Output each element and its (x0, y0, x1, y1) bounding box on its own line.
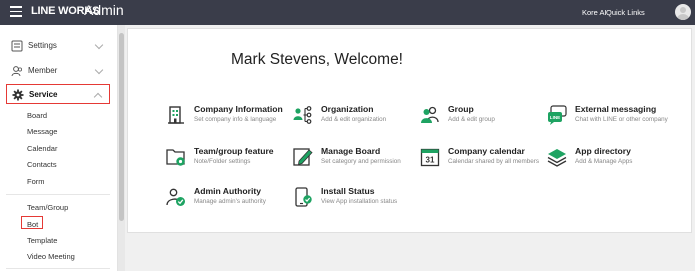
sidebar: Settings Member Service Board Message Ca… (0, 25, 118, 271)
card-description: Set company info & language (194, 116, 277, 123)
sidebar-item-settings[interactable]: Settings (6, 36, 110, 56)
admin-check-icon (166, 188, 185, 206)
pen-board-icon (293, 148, 313, 166)
settings-icon (11, 40, 23, 52)
sidebar-divider (6, 194, 110, 195)
sidebar-subitem-board[interactable]: Board (27, 111, 47, 120)
avatar[interactable] (675, 4, 691, 20)
card-description: Add & edit organization (321, 116, 387, 123)
card-title: Manage Board (321, 146, 381, 156)
card-title: Install Status (321, 186, 375, 196)
sidebar-subitem-template[interactable]: Template (27, 236, 57, 245)
company-name[interactable]: Kore AI (582, 8, 607, 17)
calendar-day-number: 31 (426, 156, 435, 165)
menu-icon[interactable] (10, 6, 22, 17)
layers-icon (547, 149, 567, 167)
card-group[interactable]: Group Add & edit group (420, 104, 542, 138)
sidebar-item-label: Service (29, 90, 58, 99)
card-title: Company Information (194, 104, 283, 114)
card-title: Group (448, 104, 474, 114)
sidebar-subitem-message[interactable]: Message (27, 127, 57, 136)
brand-admin-label: Admin (84, 2, 124, 18)
chevron-down-icon (94, 40, 104, 50)
card-external-messaging[interactable]: LINE External messaging Chat with LINE o… (547, 104, 669, 138)
card-title: Organization (321, 104, 374, 114)
card-description: Add & Manage Apps (575, 158, 633, 165)
card-description: Add & edit group (448, 116, 495, 123)
card-admin-authority[interactable]: Admin Authority Manage admin's authority (166, 186, 288, 220)
org-chart-icon (293, 106, 312, 124)
card-organization[interactable]: Organization Add & edit organization (293, 104, 415, 138)
sidebar-subitem-video-meeting[interactable]: Video Meeting (27, 252, 75, 261)
sidebar-scrollbar[interactable] (118, 25, 125, 271)
sidebar-item-label: Member (28, 66, 58, 75)
card-description: Set category and permission (321, 158, 401, 165)
sidebar-subitem-contacts[interactable]: Contacts (27, 160, 57, 169)
sidebar-item-member[interactable]: Member (6, 61, 110, 81)
sidebar-divider (6, 268, 110, 269)
gear-icon (12, 89, 24, 101)
card-description: Chat with LINE or other company (575, 116, 668, 123)
page-title: Mark Stevens, Welcome! (231, 51, 403, 68)
quick-links-link[interactable]: Quick Links (606, 8, 645, 17)
card-description: Calendar shared by all members (448, 158, 539, 165)
member-icon (11, 66, 23, 77)
sidebar-item-label: Settings (28, 41, 57, 50)
sidebar-subitem-team-group[interactable]: Team/Group (27, 203, 68, 212)
card-company-calendar[interactable]: 31 Company calendar Calendar shared by a… (420, 146, 542, 180)
line-chat-icon: LINE (548, 105, 567, 125)
card-install-status[interactable]: Install Status View App installation sta… (293, 186, 415, 220)
top-bar: LINE WORKS Admin Kore AI Quick Links (0, 0, 695, 25)
calendar-icon: 31 (420, 148, 440, 167)
card-title: External messaging (575, 104, 657, 114)
card-team-group-feature[interactable]: Team/group feature Note/Folder settings (166, 146, 288, 180)
card-description: View App installation status (321, 198, 398, 205)
sidebar-item-service[interactable]: Service (6, 84, 110, 104)
card-title: Team/group feature (194, 146, 274, 156)
chevron-down-icon (94, 65, 104, 75)
sidebar-subitem-form[interactable]: Form (27, 177, 45, 186)
folder-gear-icon (166, 149, 185, 166)
bot-highlight-box (21, 216, 43, 229)
building-icon (168, 106, 184, 124)
scrollbar-thumb[interactable] (119, 33, 124, 221)
chevron-up-icon (93, 92, 103, 102)
sidebar-subitem-calendar[interactable]: Calendar (27, 144, 57, 153)
card-company-information[interactable]: Company Information Set company info & l… (166, 104, 288, 138)
card-title: Admin Authority (194, 186, 261, 196)
group-icon (421, 106, 439, 123)
phone-status-icon (295, 187, 312, 207)
card-description: Note/Folder settings (194, 158, 251, 165)
card-manage-board[interactable]: Manage Board Set category and permission (293, 146, 415, 180)
svg-text:LINE: LINE (550, 115, 560, 120)
card-title: App directory (575, 146, 631, 156)
card-description: Manage admin's authority (194, 198, 266, 205)
card-title: Company calendar (448, 146, 525, 156)
card-app-directory[interactable]: App directory Add & Manage Apps (547, 146, 669, 180)
